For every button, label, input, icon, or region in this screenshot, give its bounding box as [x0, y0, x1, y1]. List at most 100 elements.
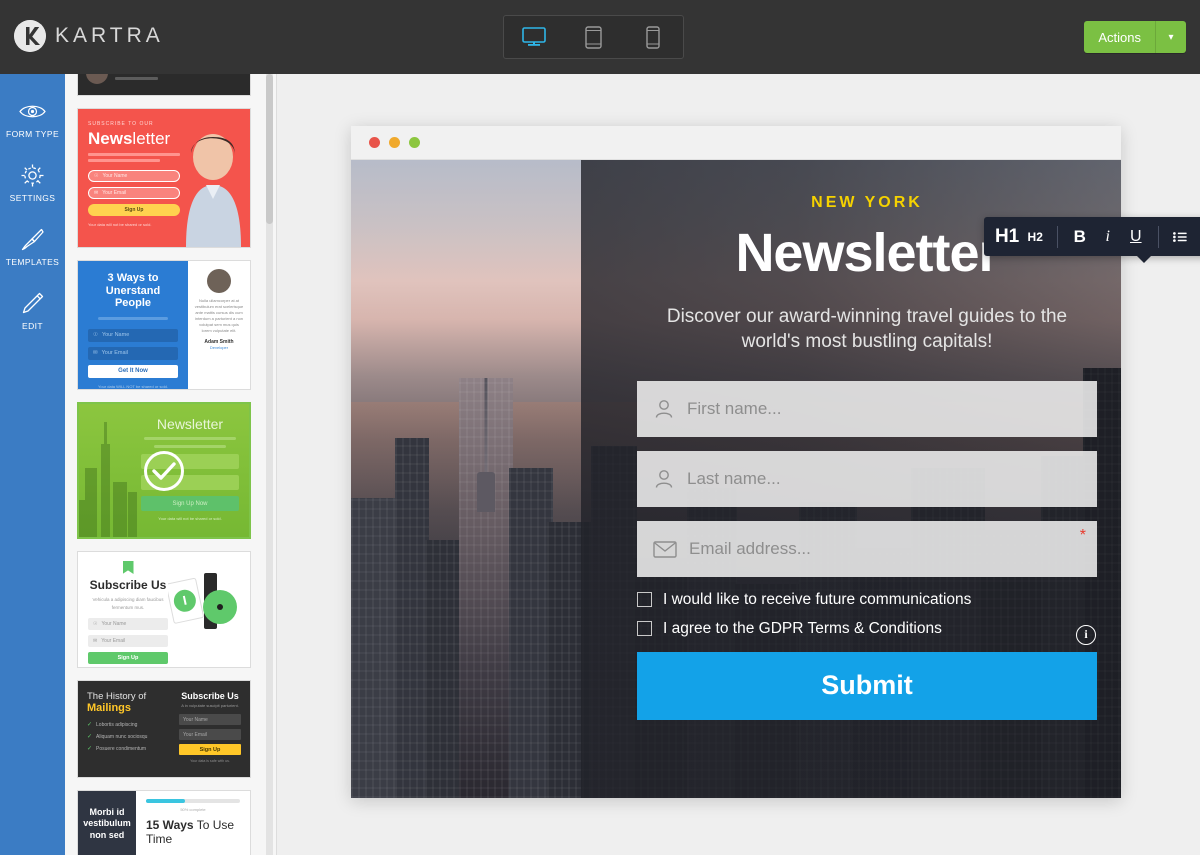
- checkbox-row-future-communications[interactable]: I would like to receive future communica…: [637, 591, 1097, 609]
- template-thumb-testimonial: [78, 74, 250, 95]
- first-name-field[interactable]: First name...: [637, 380, 1097, 437]
- template-note: Your data is safe with us.: [190, 759, 230, 763]
- checkbox-gdpr-terms[interactable]: [637, 621, 652, 637]
- template-field-email: Your Email: [102, 190, 127, 196]
- editor-canvas: NEW YORK Newsletter Discover our award-w…: [277, 74, 1200, 855]
- window-maximize-dot[interactable]: [409, 137, 420, 148]
- tablet-icon: [585, 25, 602, 49]
- sidebar-item-edit[interactable]: EDIT: [0, 279, 65, 343]
- device-tablet-button[interactable]: [570, 19, 616, 55]
- last-name-field[interactable]: Last name...: [637, 450, 1097, 507]
- template-field-email: Your Email: [101, 638, 126, 645]
- paintbrush-icon: [20, 226, 45, 252]
- bold-icon[interactable]: B: [1067, 217, 1093, 256]
- template-list-scrollbar[interactable]: [266, 74, 273, 855]
- template-button: Sign Up Now: [141, 496, 239, 511]
- actions-button[interactable]: Actions ▾: [1084, 21, 1186, 53]
- template-card[interactable]: The History of Mailings ✓ Lobortis adipis…: [77, 680, 251, 778]
- template-card[interactable]: SUBSCRIBE TO OUR Newsletter ☉ Your Name ✉…: [77, 108, 251, 248]
- field-icon-label: ✉: [94, 190, 99, 196]
- bullet-list-icon[interactable]: [1167, 217, 1193, 256]
- template-card[interactable]: 3 Ways to Unerstand People ☉ Your Name ✉ Yo…: [77, 260, 251, 390]
- mobile-phone-icon: [646, 25, 660, 49]
- checkbox-future-communications[interactable]: [637, 592, 652, 608]
- info-icon[interactable]: i: [1076, 624, 1096, 645]
- desktop-monitor-icon: [522, 27, 546, 46]
- form-fields: First name... Last name... Email address…: [637, 380, 1097, 577]
- form-subheadline: Discover our award-winning travel guides…: [666, 306, 1068, 353]
- template-button: Sign Up: [179, 744, 241, 755]
- toolbar-divider: [1057, 225, 1058, 248]
- gear-icon: [20, 162, 45, 188]
- avatar: [207, 269, 231, 293]
- template-bullet: Posuere condimentum: [96, 745, 147, 752]
- template-title-bold: News: [88, 129, 133, 148]
- template-card[interactable]: [77, 74, 251, 96]
- bookmark-icon: [122, 561, 134, 574]
- numbered-list-icon[interactable]: 1 2 3: [1195, 217, 1200, 256]
- template-thumb-green-newsletter: Newsletter Sign Up Now Your data will no…: [79, 404, 249, 537]
- kartra-k-logo-icon: [14, 20, 46, 52]
- email-field[interactable]: Email address... *: [637, 520, 1097, 577]
- rich-text-toolbar: H1 H2 B i U 1 2 3: [984, 217, 1200, 256]
- actions-button-label: Actions: [1098, 29, 1141, 45]
- progress-label: 50% complete: [180, 807, 206, 812]
- chevron-down-icon[interactable]: ▾: [1155, 21, 1186, 53]
- template-field-name: Your Name: [101, 621, 127, 628]
- sidebar-item-label: FORM TYPE: [5, 129, 60, 139]
- template-note: Your data WILL NOT be shared or sold.: [98, 383, 168, 389]
- sidebar-item-settings[interactable]: SETTINGS: [0, 151, 65, 215]
- person-icon: [655, 470, 673, 488]
- sidebar-item-form-type[interactable]: FORM TYPE: [0, 87, 65, 151]
- toolbar-divider: [1157, 225, 1159, 248]
- template-card[interactable]: Morbi id vestibulum non sed 50% complete…: [77, 790, 251, 855]
- window-minimize-dot[interactable]: [389, 137, 400, 148]
- field-icon-label: ☉: [93, 621, 98, 628]
- template-field-email: Your Email: [101, 350, 129, 357]
- sidebar-item-templates[interactable]: TEMPLATES: [0, 215, 65, 279]
- underline-icon[interactable]: U: [1123, 217, 1149, 256]
- h2-icon[interactable]: H2: [1022, 217, 1048, 256]
- device-mobile-button[interactable]: [630, 19, 676, 55]
- template-title-line2: Unerstand People: [105, 284, 161, 310]
- template-card[interactable]: Subscribe Us Vehicula a adipiscing diam …: [77, 551, 251, 668]
- template-note: Your data will not be shared or sold.: [158, 516, 222, 521]
- eye-icon: [19, 98, 46, 124]
- check-icon: ✓: [87, 734, 93, 740]
- h1-icon[interactable]: H1: [994, 217, 1020, 256]
- checkbox-label: I agree to the GDPR Terms & Conditions: [663, 619, 942, 637]
- template-field-name: Your Name: [101, 332, 130, 339]
- template-field-email: Your Email: [179, 729, 241, 740]
- submit-button[interactable]: Submit: [637, 651, 1097, 720]
- italic-icon[interactable]: i: [1095, 217, 1121, 256]
- template-title-line1: The History of: [87, 691, 147, 702]
- progress-bar: [146, 799, 240, 803]
- template-list-panel: SUBSCRIBE TO OUR Newsletter ☉ Your Name ✉…: [65, 74, 277, 855]
- required-asterisk: *: [1079, 526, 1086, 544]
- template-thumb-subscribe-us: Subscribe Us Vehicula a adipiscing diam …: [78, 552, 250, 667]
- checkmark-icon: [144, 450, 184, 491]
- envelope-icon: [653, 541, 677, 558]
- checkbox-row-gdpr-terms[interactable]: I agree to the GDPR Terms & Conditions: [637, 620, 1097, 638]
- city-silhouette: [79, 422, 137, 537]
- brand-name: KARTRA: [55, 24, 164, 47]
- browser-title-bar: [351, 126, 1121, 160]
- avatar: [86, 74, 108, 84]
- field-icon-label: ✉: [93, 350, 98, 357]
- template-right-sub: A in vulputate suscipit parturient.: [181, 703, 239, 708]
- device-desktop-button[interactable]: [511, 19, 557, 55]
- template-thumb-history-mailings: The History of Mailings ✓ Lobortis adipis…: [78, 681, 250, 777]
- template-field-name: Your Name: [102, 173, 128, 179]
- brand-logo[interactable]: KARTRA: [14, 20, 164, 52]
- field-icon-label: ✉: [93, 638, 98, 645]
- template-field-name: Your Name: [179, 714, 241, 725]
- empire-state-building: [459, 378, 513, 798]
- template-thumb-15-ways: Morbi id vestibulum non sed 50% complete…: [78, 791, 250, 855]
- template-card-selected[interactable]: Newsletter Sign Up Now Your data will no…: [77, 402, 251, 539]
- scrollbar-thumb[interactable]: [266, 74, 273, 224]
- template-product-image: [165, 561, 240, 658]
- template-bullet: Lobortis adipiscing: [96, 721, 138, 728]
- template-title-light: letter: [132, 129, 171, 148]
- email-placeholder: Email address...: [689, 538, 811, 558]
- window-close-dot[interactable]: [369, 137, 380, 148]
